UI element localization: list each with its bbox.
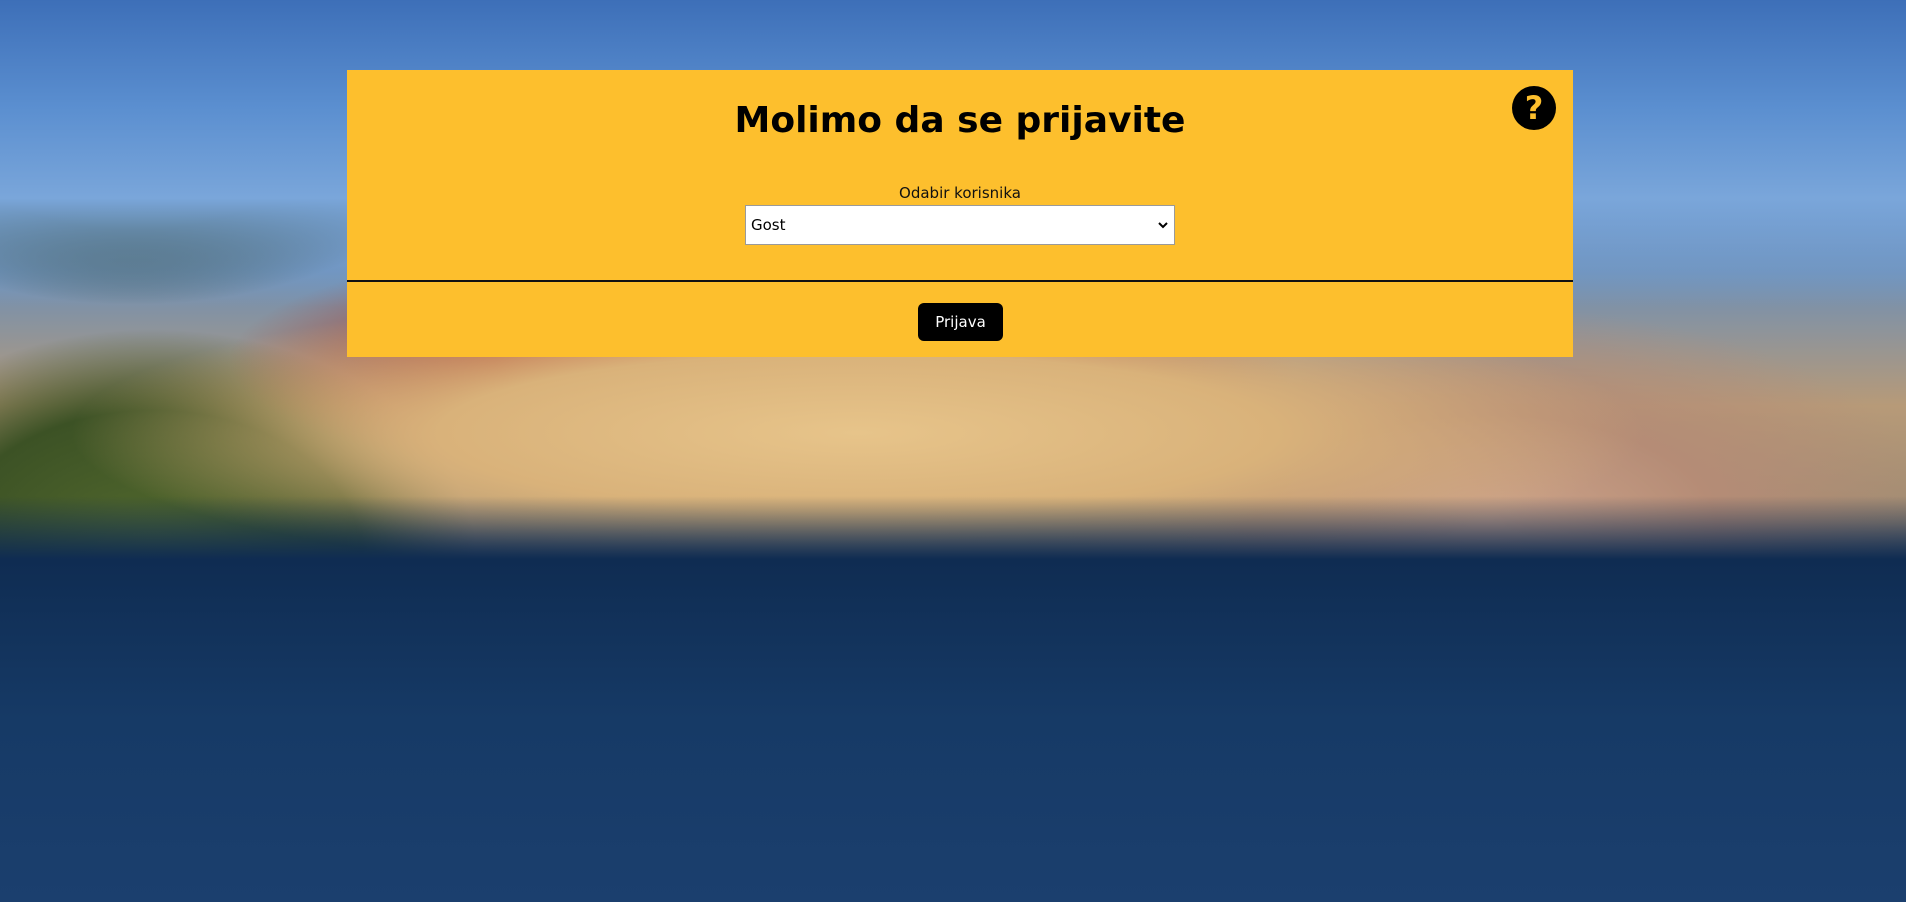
help-icon[interactable]: ? [1512, 86, 1556, 130]
user-select-label: Odabir korisnika [899, 184, 1021, 202]
user-select-value: Gost [751, 216, 786, 234]
chevron-down-icon [1158, 222, 1168, 229]
login-button[interactable]: Prijava [918, 303, 1003, 341]
divider [347, 280, 1573, 282]
page-title: Molimo da se prijavite [734, 100, 1186, 141]
login-panel: Molimo da se prijavite ? Odabir korisnik… [347, 70, 1573, 357]
user-select[interactable]: Gost [745, 205, 1175, 245]
